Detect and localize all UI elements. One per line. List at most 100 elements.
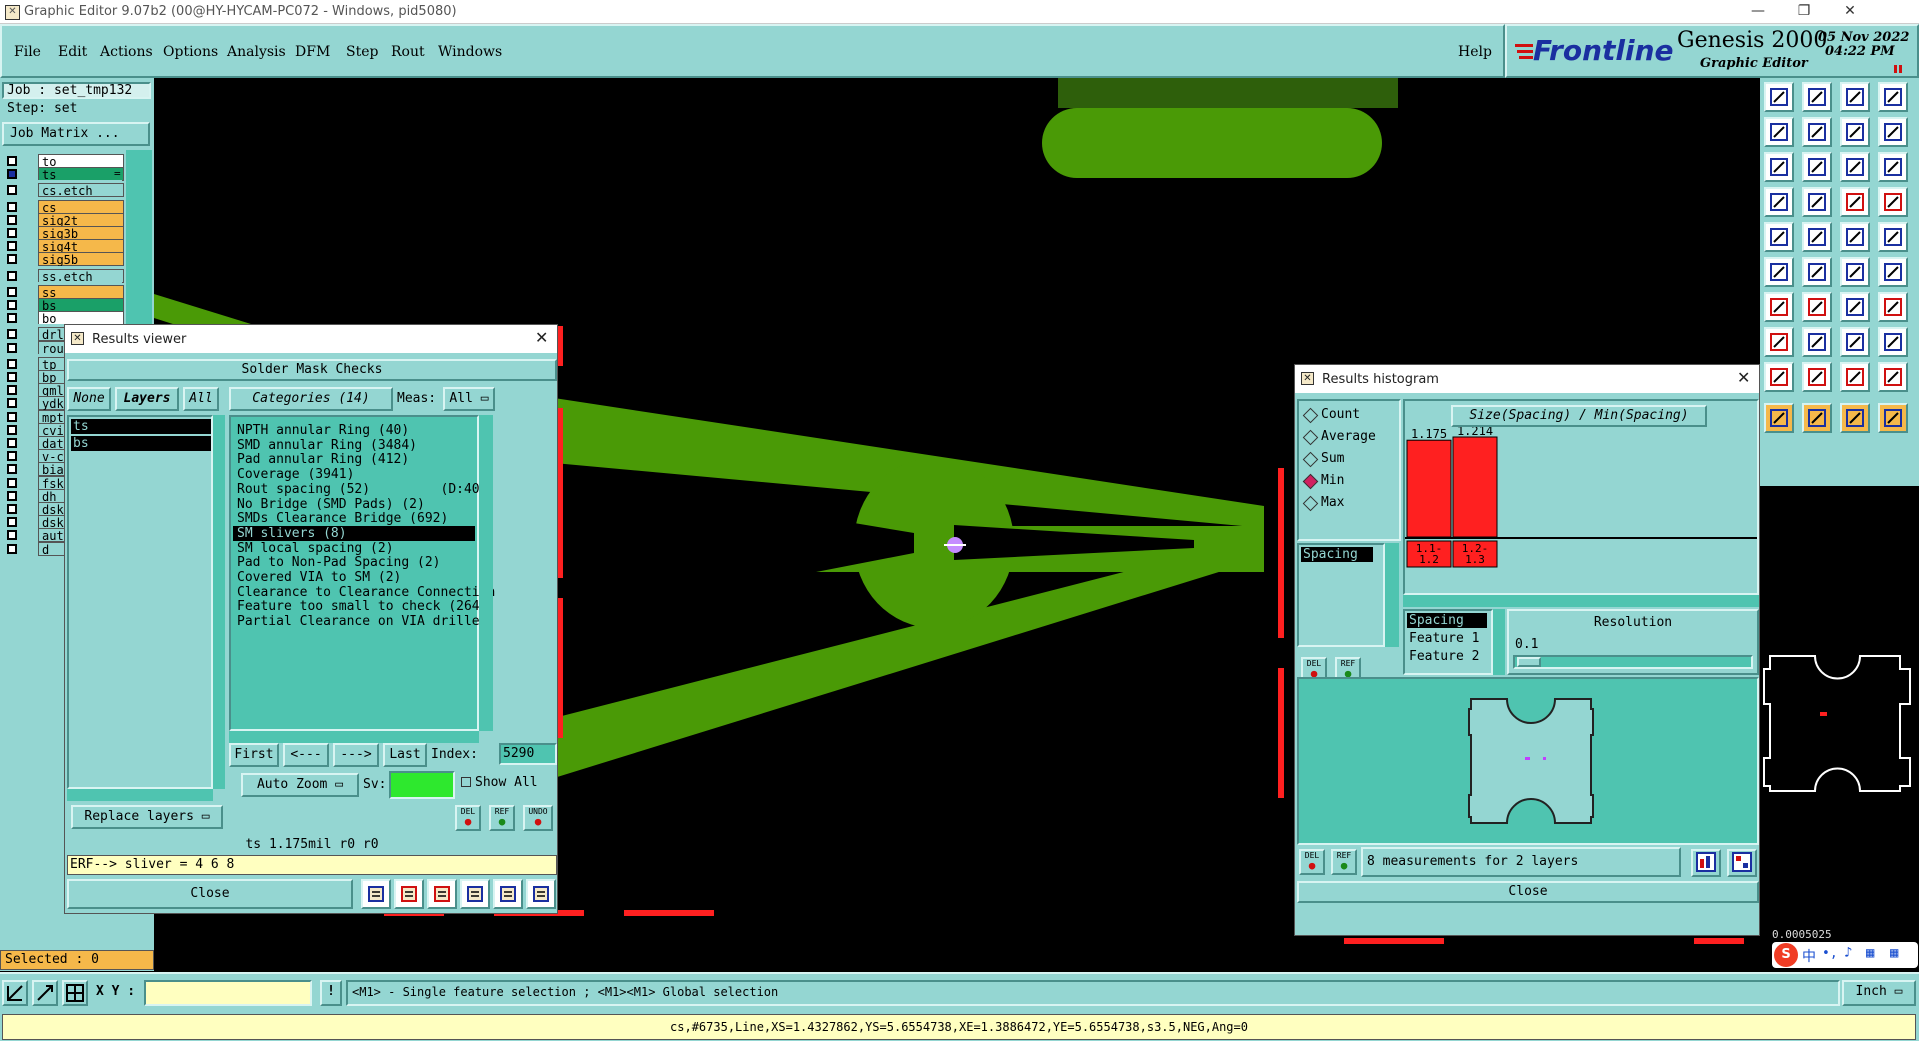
layer-checkbox[interactable]	[7, 372, 17, 382]
copy-right-icon[interactable]	[1802, 117, 1832, 147]
layer-checkbox[interactable]	[7, 517, 17, 528]
category-item[interactable]: SM local spacing (2)	[237, 541, 394, 556]
stat-option-min[interactable]: Min	[1302, 473, 1399, 491]
measure-list-scroll[interactable]	[1385, 543, 1399, 647]
layer-name[interactable]: sig3b	[38, 226, 124, 241]
layer-checkbox[interactable]	[7, 300, 17, 310]
layer-list-vscroll[interactable]	[213, 415, 225, 789]
category-item[interactable]: No Bridge (SMD Pads) (2)	[237, 497, 425, 512]
move-up-icon[interactable]	[1764, 82, 1794, 112]
ime-mic-icon[interactable]: ♪	[1844, 945, 1852, 961]
menu-windows[interactable]: Windows	[438, 44, 502, 60]
chart-hscroll[interactable]	[1403, 595, 1759, 607]
stat-option-max[interactable]: Max	[1302, 495, 1399, 513]
home-icon[interactable]	[1840, 82, 1870, 112]
pad-select-icon[interactable]	[1764, 222, 1794, 252]
layers-none-button[interactable]: None	[67, 387, 111, 411]
cross-icon[interactable]	[1802, 257, 1832, 287]
pointer-multi-icon[interactable]	[1878, 403, 1908, 433]
ime-grid-icon[interactable]: ▦	[1890, 945, 1898, 961]
add-pad-icon[interactable]	[1764, 327, 1794, 357]
category-item[interactable]: SMD annular Ring (3484)	[237, 438, 417, 453]
poly-select-icon[interactable]	[1802, 222, 1832, 252]
copy-left-icon[interactable]	[1764, 117, 1794, 147]
category-item[interactable]: Partial Clearance on VIA drilled	[237, 614, 487, 629]
feature-preview[interactable]	[1297, 677, 1759, 845]
field-spacing[interactable]: Spacing	[1407, 613, 1487, 628]
layer-checkbox[interactable]	[7, 385, 17, 396]
triangle-outline-icon[interactable]	[1764, 362, 1794, 392]
scale-1-2-icon[interactable]	[1840, 152, 1870, 182]
layers-button[interactable]: Layers	[115, 387, 179, 411]
layer-checkbox[interactable]	[7, 169, 17, 180]
layer-checkbox[interactable]	[7, 438, 17, 448]
menu-actions[interactable]: Actions	[100, 44, 153, 60]
layer-checkbox[interactable]	[7, 424, 17, 435]
stat-option-sum[interactable]: Sum	[1302, 451, 1399, 469]
layer-checkbox[interactable]	[7, 286, 17, 297]
zoom-fit-icon[interactable]	[1764, 152, 1794, 182]
layer-checkbox[interactable]	[7, 313, 17, 324]
snap-tool-button[interactable]	[32, 980, 58, 1006]
fields-scroll[interactable]	[1493, 609, 1505, 675]
layer-checkbox[interactable]	[7, 201, 17, 212]
layer-result-item[interactable]: bs	[71, 436, 211, 451]
category-item[interactable]: Pad annular Ring (412)	[237, 452, 409, 467]
node-icon[interactable]	[1840, 257, 1870, 287]
categories-button[interactable]: Categories (14)	[229, 387, 393, 411]
info-button[interactable]: !	[320, 980, 342, 1006]
layer-checkbox[interactable]	[7, 504, 17, 514]
snap-icon[interactable]	[1840, 327, 1870, 357]
menu-file[interactable]: File	[14, 44, 41, 60]
category-list-hscroll[interactable]	[229, 731, 479, 743]
radio-diamond-icon[interactable]	[1302, 473, 1319, 490]
histogram-export-button[interactable]	[1691, 849, 1721, 877]
arch-a-icon[interactable]	[1878, 362, 1908, 392]
layer-checkbox[interactable]	[7, 490, 17, 501]
histogram-close-button[interactable]: Close	[1297, 881, 1759, 903]
layer-checkbox[interactable]	[7, 411, 17, 422]
category-list[interactable]: NPTH annular Ring (40) SMD annular Ring (…	[229, 415, 495, 731]
resolution-slider[interactable]	[1513, 655, 1753, 669]
step-icon[interactable]	[1878, 117, 1908, 147]
layer-checkbox[interactable]	[7, 543, 17, 554]
layer-list-icon[interactable]	[1878, 187, 1908, 217]
menu-edit[interactable]: Edit	[58, 44, 87, 60]
next-button[interactable]: --->	[333, 743, 379, 767]
close-window-button[interactable]: ✕	[1827, 0, 1873, 24]
menu-options[interactable]: Options	[163, 44, 218, 60]
layer-checkbox[interactable]	[7, 254, 17, 265]
stat-option-count[interactable]: Count	[1302, 407, 1399, 425]
layer-checkbox[interactable]	[7, 464, 17, 475]
layers-all-button[interactable]: All	[183, 387, 219, 411]
menu-analysis[interactable]: Analysis	[227, 44, 286, 60]
zoom-tool-button[interactable]	[2, 980, 28, 1006]
layer-name[interactable]: cs.etch	[38, 183, 124, 198]
xy-input[interactable]	[144, 980, 312, 1006]
mirror-icon[interactable]	[1878, 292, 1908, 322]
minimize-button[interactable]: —	[1735, 0, 1781, 24]
del-button[interactable]: DEL ●	[455, 805, 481, 831]
category-item[interactable]: SM slivers (8)	[233, 525, 475, 541]
category-item[interactable]: Coverage (3941)	[237, 467, 354, 482]
preview-del-button[interactable]: DEL ●	[1299, 849, 1325, 875]
meas-dropdown[interactable]: All ▭	[443, 387, 495, 411]
field-feature-2[interactable]: Feature 2	[1407, 649, 1479, 664]
radio-diamond-icon[interactable]	[1302, 495, 1319, 512]
layer-stack-icon[interactable]	[1840, 187, 1870, 217]
layer-checkbox[interactable]	[7, 451, 17, 462]
layer-checkbox[interactable]	[7, 342, 17, 353]
category-item[interactable]: Rout spacing (52) (D:40)	[237, 482, 487, 497]
layer-result-list[interactable]: ts bs	[67, 415, 213, 789]
preview-ref-button[interactable]: REF ●	[1331, 849, 1357, 875]
category-item[interactable]: NPTH annular Ring (40)	[237, 423, 409, 438]
replace-layers-dropdown[interactable]: Replace layers ▭	[71, 805, 223, 829]
layer-checkbox[interactable]	[7, 185, 17, 196]
layer-result-item[interactable]: ts	[71, 419, 211, 434]
ref-button[interactable]: REF ●	[489, 805, 515, 831]
measure-list[interactable]: Spacing	[1297, 543, 1385, 647]
layer-checkbox[interactable]	[7, 530, 17, 541]
pointer-alt-icon[interactable]	[1802, 403, 1832, 433]
triangle-a-icon[interactable]	[1802, 362, 1832, 392]
resolution-slider-thumb[interactable]	[1517, 657, 1541, 667]
